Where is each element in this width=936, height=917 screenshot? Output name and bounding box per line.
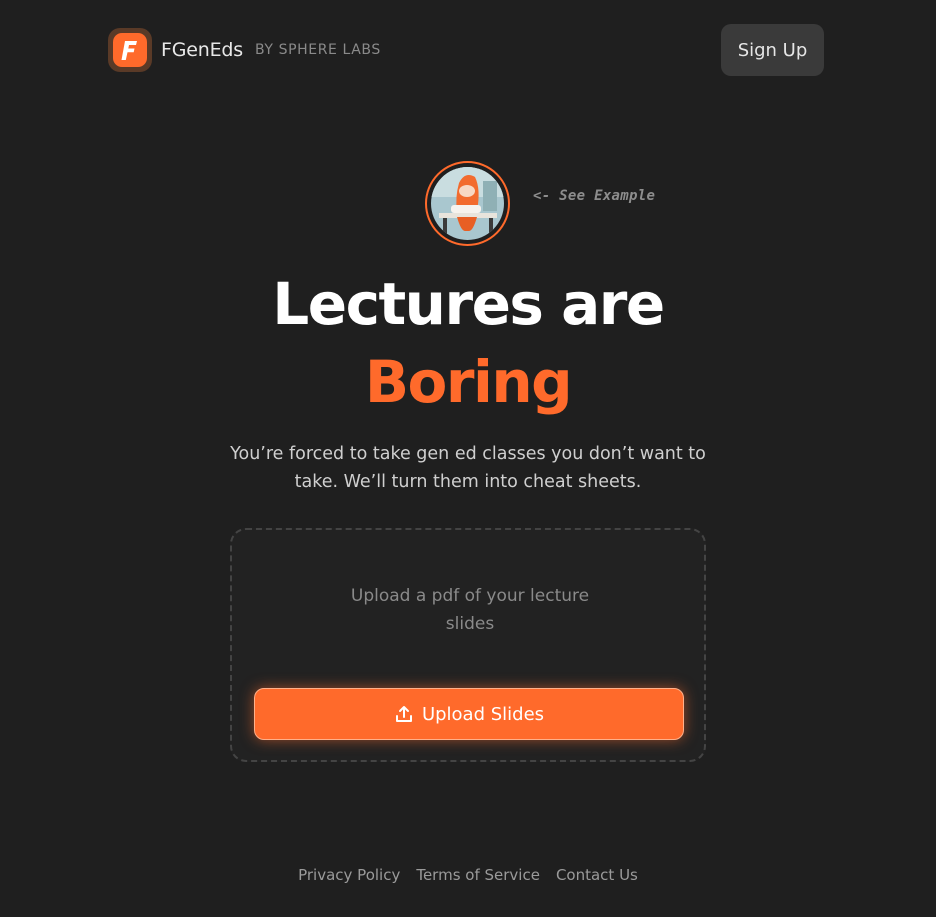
hero-title: Lectures are bbox=[272, 270, 665, 338]
brand-name: FGenEds bbox=[161, 39, 243, 61]
upload-icon bbox=[395, 706, 412, 722]
footer: Privacy Policy Terms of Service Contact … bbox=[0, 866, 936, 884]
logo-icon bbox=[113, 33, 147, 67]
see-example-link[interactable]: <- See Example bbox=[533, 188, 655, 204]
student-mascot-icon bbox=[431, 167, 504, 240]
terms-of-service-link[interactable]: Terms of Service bbox=[416, 866, 540, 884]
brand-subtitle: BY SPHERE LABS bbox=[254, 42, 381, 58]
upload-dropzone[interactable]: Upload a pdf of your lecture slides Uplo… bbox=[230, 528, 706, 762]
hero-subtitle: You’re forced to take gen ed classes you… bbox=[230, 444, 706, 492]
hero-accent-word: Boring bbox=[364, 348, 573, 416]
privacy-policy-link[interactable]: Privacy Policy bbox=[298, 866, 400, 884]
sign-up-button[interactable]: Sign Up bbox=[721, 24, 824, 76]
contact-us-link[interactable]: Contact Us bbox=[556, 866, 638, 884]
logo-letter-icon bbox=[121, 41, 137, 60]
upload-slides-button[interactable]: Upload Slides bbox=[254, 688, 684, 740]
landing-page: FGenEds BY SPHERE LABS Sign Up <- See Ex… bbox=[0, 0, 936, 917]
upload-slides-label: Upload Slides bbox=[421, 703, 545, 725]
example-avatar[interactable] bbox=[425, 161, 510, 246]
brand[interactable]: FGenEds BY SPHERE LABS bbox=[108, 28, 381, 72]
logo bbox=[108, 28, 152, 72]
upload-prompt: Upload a pdf of your lecture slides bbox=[350, 586, 590, 634]
